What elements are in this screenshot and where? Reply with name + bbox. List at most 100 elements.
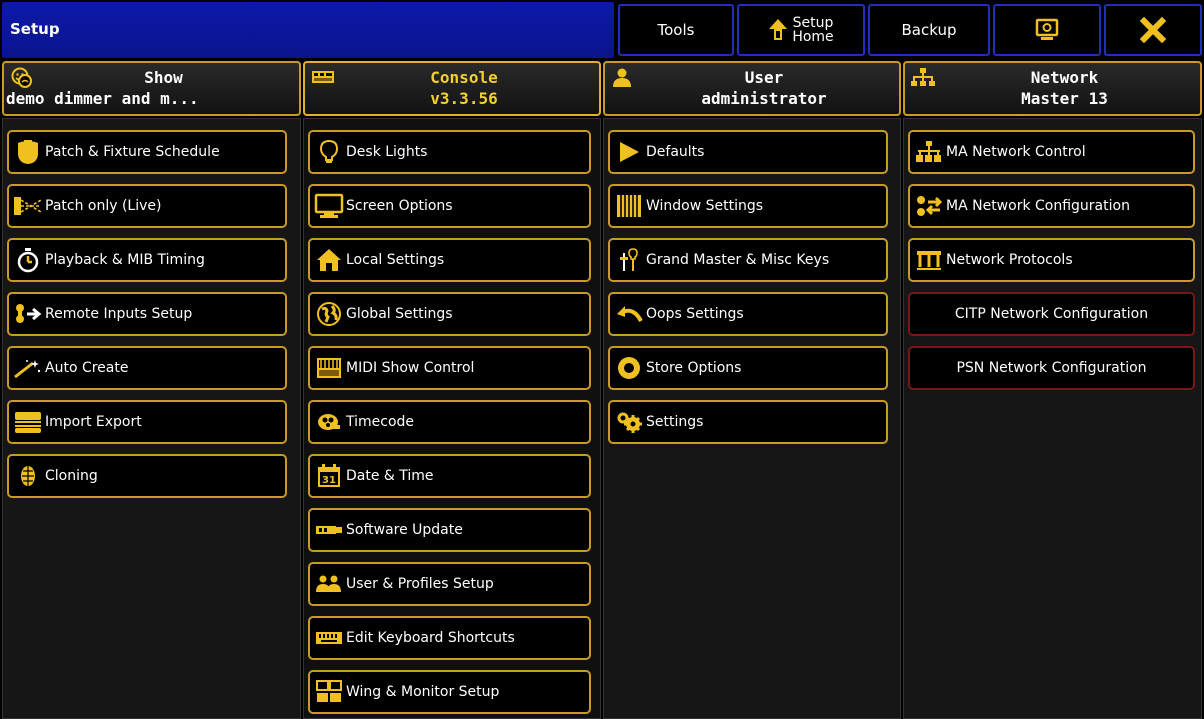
screen-icon xyxy=(1035,18,1059,40)
setup-home-button[interactable]: Setup Home xyxy=(737,4,865,56)
column-header-network[interactable]: Network Master 13 xyxy=(903,61,1202,116)
menu-item-label: User & Profiles Setup xyxy=(346,576,494,592)
column-header-user[interactable]: User administrator xyxy=(603,61,901,116)
menu-item-label: Patch only (Live) xyxy=(45,198,162,214)
menu-item-global-settings[interactable]: Global Settings xyxy=(308,292,591,336)
menu-item-label: Oops Settings xyxy=(646,306,744,322)
menu-item-ma-network-control[interactable]: MA Network Control xyxy=(908,130,1195,174)
menu-item-label: CITP Network Configuration xyxy=(954,306,1149,322)
menu-item-label: Local Settings xyxy=(346,252,445,268)
show-menu: Patch & Fixture Schedule Patch only (Liv… xyxy=(2,118,301,719)
patch-fixture-icon xyxy=(11,137,45,167)
keyboard-icon xyxy=(312,623,346,653)
console-icon xyxy=(312,71,334,83)
user-name: administrator xyxy=(701,89,827,108)
close-button[interactable] xyxy=(1104,4,1202,56)
home-arrow-icon xyxy=(769,19,788,40)
midi-icon xyxy=(312,353,346,383)
import-export-icon xyxy=(11,407,45,437)
menu-item-midi-show-control[interactable]: MIDI Show Control xyxy=(308,346,591,390)
user-header-title: User xyxy=(744,68,784,87)
menu-item-label: Wing & Monitor Setup xyxy=(346,684,500,700)
tools-button[interactable]: Tools xyxy=(618,4,734,56)
menu-item-defaults[interactable]: Defaults xyxy=(608,130,888,174)
column-header-show[interactable]: Show demo dimmer and m... xyxy=(2,61,301,116)
menu-item-label: Defaults xyxy=(646,144,705,160)
timecode-icon xyxy=(312,407,346,437)
close-icon xyxy=(1140,17,1166,43)
setup-home-label: Setup Home xyxy=(792,16,833,44)
menu-item-label: Remote Inputs Setup xyxy=(45,306,193,322)
column-header-console[interactable]: Console v3.3.56 xyxy=(303,61,601,116)
undo-icon xyxy=(612,299,646,329)
menu-item-label: Patch & Fixture Schedule xyxy=(45,144,220,160)
menu-item-label: Window Settings xyxy=(646,198,764,214)
menu-item-local-settings[interactable]: Local Settings xyxy=(308,238,591,282)
menu-item-desk-lights[interactable]: Desk Lights xyxy=(308,130,591,174)
network-icon xyxy=(911,68,935,86)
menu-item-auto-create[interactable]: Auto Create xyxy=(7,346,287,390)
menu-item-psn-network-configuration[interactable]: PSN Network Configuration xyxy=(908,346,1195,390)
menu-item-label: Network Protocols xyxy=(946,252,1073,268)
menu-item-window-settings[interactable]: Window Settings xyxy=(608,184,888,228)
title-bar: Setup Tools Setup Home Backup xyxy=(0,0,1204,60)
menu-item-label: Import Export xyxy=(45,414,142,430)
show-name: demo dimmer and m... xyxy=(6,89,199,108)
window-title-area: Setup xyxy=(2,2,614,58)
menu-item-label: Date & Time xyxy=(346,468,434,484)
menu-item-label: Timecode xyxy=(346,414,415,430)
screen-button[interactable] xyxy=(993,4,1101,56)
menu-item-software-update[interactable]: Software Update xyxy=(308,508,591,552)
console-version: v3.3.56 xyxy=(430,89,498,108)
menu-item-label: Settings xyxy=(646,414,704,430)
users-icon xyxy=(312,569,346,599)
home-icon xyxy=(312,245,346,275)
auto-create-icon xyxy=(11,353,45,383)
network-control-icon xyxy=(912,137,946,167)
menu-item-timecode[interactable]: Timecode xyxy=(308,400,591,444)
menu-item-wing-monitor-setup[interactable]: Wing & Monitor Setup xyxy=(308,670,591,714)
menu-item-ma-network-configuration[interactable]: MA Network Configuration xyxy=(908,184,1195,228)
menu-item-date-time[interactable]: 31 Date & Time xyxy=(308,454,591,498)
menu-item-import-export[interactable]: Import Export xyxy=(7,400,287,444)
menu-item-playback-mib-timing[interactable]: Playback & MIB Timing xyxy=(7,238,287,282)
menu-item-citp-network-configuration[interactable]: CITP Network Configuration xyxy=(908,292,1195,336)
menu-item-settings[interactable]: Settings xyxy=(608,400,888,444)
menu-item-cloning[interactable]: Cloning xyxy=(7,454,287,498)
menu-item-network-protocols[interactable]: Network Protocols xyxy=(908,238,1195,282)
menu-item-label: MIDI Show Control xyxy=(346,360,475,376)
console-header-title: Console xyxy=(430,68,498,87)
menu-item-oops-settings[interactable]: Oops Settings xyxy=(608,292,888,336)
menu-item-patch-only-live[interactable]: Patch only (Live) xyxy=(7,184,287,228)
backup-button[interactable]: Backup xyxy=(868,4,990,56)
menu-item-screen-options[interactable]: Screen Options xyxy=(308,184,591,228)
usb-icon xyxy=(312,515,346,545)
console-menu: Desk Lights Screen Options Local Setting… xyxy=(303,118,601,719)
menu-item-label: Store Options xyxy=(646,360,742,376)
window-settings-icon xyxy=(612,191,646,221)
menu-item-remote-inputs-setup[interactable]: Remote Inputs Setup xyxy=(7,292,287,336)
smiley-icon xyxy=(11,67,32,88)
user-menu: Defaults Window Settings Grand Master & … xyxy=(603,118,901,719)
patch-live-icon xyxy=(11,191,45,221)
play-icon xyxy=(612,137,646,167)
menu-item-store-options[interactable]: Store Options xyxy=(608,346,888,390)
menu-item-label: Global Settings xyxy=(346,306,453,322)
remote-inputs-icon xyxy=(11,299,45,329)
menu-item-user-profiles-setup[interactable]: User & Profiles Setup xyxy=(308,562,591,606)
menu-item-patch-fixture-schedule[interactable]: Patch & Fixture Schedule xyxy=(7,130,287,174)
network-protocols-icon xyxy=(912,245,946,275)
menu-item-label: Grand Master & Misc Keys xyxy=(646,252,830,268)
menu-item-label: PSN Network Configuration xyxy=(956,360,1147,376)
network-menu: MA Network Control MA Network Configurat… xyxy=(903,118,1202,719)
calendar-icon: 31 xyxy=(312,461,346,491)
wing-monitor-icon xyxy=(312,677,346,707)
menu-item-grand-master-misc-keys[interactable]: Grand Master & Misc Keys xyxy=(608,238,888,282)
menu-item-label: Playback & MIB Timing xyxy=(45,252,205,268)
menu-item-edit-keyboard-shortcuts[interactable]: Edit Keyboard Shortcuts xyxy=(308,616,591,660)
user-icon xyxy=(613,68,631,87)
stopwatch-icon xyxy=(11,245,45,275)
menu-item-label: Software Update xyxy=(346,522,463,538)
backup-label: Backup xyxy=(901,21,957,39)
store-options-icon xyxy=(612,353,646,383)
